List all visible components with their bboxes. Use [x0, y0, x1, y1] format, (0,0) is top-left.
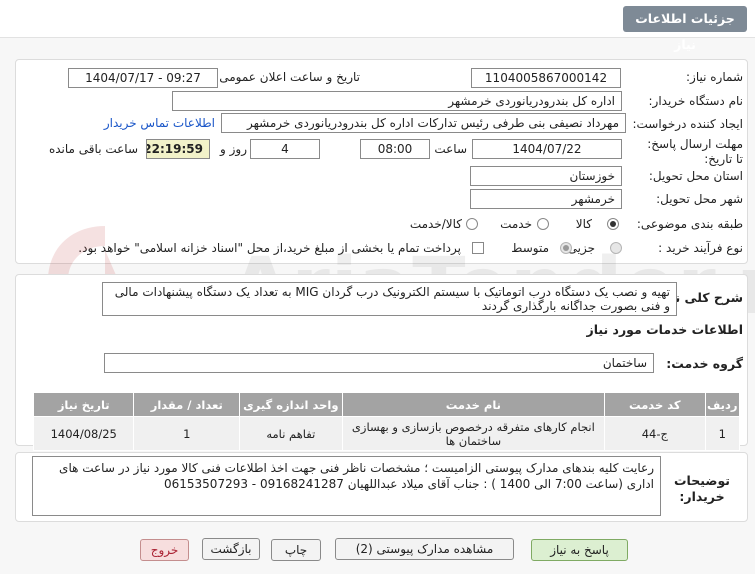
buyer-contact-link[interactable]: اطلاعات تماس خریدار: [104, 116, 215, 130]
buyer-org-label: نام دستگاه خریدار:: [648, 94, 744, 108]
summary-text: تهیه و نصب یک دستگاه درب اتوماتیک با سیس…: [102, 282, 677, 316]
deadline-date-field: 1404/07/22: [472, 139, 622, 159]
remaining-days-field: 4: [250, 139, 320, 159]
remaining-time-field: 22:19:59: [146, 139, 210, 159]
page-title: جزئیات اطلاعات نیاز: [623, 6, 747, 52]
process-medium-radio[interactable]: [560, 242, 572, 254]
buyer-notes-text: رعایت کلیه بندهای مدارک پیوستی الزامیست …: [32, 456, 661, 516]
cell-unit: تفاهم نامه: [239, 416, 343, 451]
remaining-time-label: ساعت باقی مانده: [48, 142, 138, 156]
category-goods-label: کالا: [575, 217, 592, 231]
process-minor-radio[interactable]: [610, 242, 622, 254]
process-medium-label: متوسط: [511, 241, 549, 255]
service-group-field: ساختمان: [104, 353, 654, 373]
col-need-date: تاریخ نیاز: [32, 392, 135, 417]
buyer-org-field: اداره کل بندرودریانوردی خرمشهر: [172, 91, 622, 111]
cell-row-number: 1: [704, 416, 740, 451]
cell-quantity: 1: [133, 416, 241, 451]
announce-datetime-field: 1404/07/17 - 09:27: [68, 68, 218, 88]
requester-label: ایجاد کننده درخواست:: [632, 117, 743, 131]
col-service-code: کد خدمت: [604, 392, 706, 417]
city-field: خرمشهر: [470, 189, 622, 209]
exit-button[interactable]: خروج: [140, 539, 189, 561]
buyer-notes-label: توضیحات خریدار:: [674, 473, 730, 504]
reply-button[interactable]: پاسخ به نیاز: [531, 539, 628, 561]
category-service-radio[interactable]: [537, 218, 549, 230]
cell-need-date: 1404/08/25: [32, 416, 135, 451]
process-label: نوع فرآیند خرید :: [658, 241, 743, 255]
services-section-title: اطلاعات خدمات مورد نیاز: [586, 322, 744, 337]
need-number-label: شماره نیاز:: [686, 70, 743, 84]
cell-service-name: انجام کارهای متفرقه درخصوص بازسازی و بهس…: [341, 416, 606, 451]
treasury-payment-checkbox[interactable]: [472, 242, 484, 254]
remaining-days-label: روز و: [220, 142, 247, 156]
category-service-label: خدمت: [500, 217, 532, 231]
table-row: 1 ج-44 انجام کارهای متفرقه درخصوص بازساز…: [32, 416, 740, 451]
treasury-payment-note: پرداخت تمام یا بخشی از مبلغ خرید،از محل …: [78, 241, 461, 255]
page-header: جزئیات اطلاعات نیاز: [0, 0, 755, 52]
col-row-number: ردیف: [704, 392, 740, 417]
category-goods-service-label: کالا/خدمت: [409, 217, 462, 231]
print-button[interactable]: چاپ: [271, 539, 321, 561]
services-table: ردیف کد خدمت نام خدمت واحد اندازه گیری ت…: [32, 392, 740, 451]
province-field: خوزستان: [470, 166, 622, 186]
attachments-button[interactable]: مشاهده مدارک پیوستی (2): [335, 538, 514, 560]
category-label: طبقه بندی موضوعی:: [636, 217, 743, 231]
deadline-time-field: 08:00: [360, 139, 430, 159]
col-service-name: نام خدمت: [341, 392, 606, 417]
need-number-field: 1104005867000142: [471, 68, 621, 88]
need-info-panel: [15, 59, 748, 264]
requester-field: مهرداد نصیفی بنی طرفی رئیس تدارکات اداره…: [221, 113, 626, 133]
cell-service-code: ج-44: [604, 416, 706, 451]
province-label: استان محل تحویل:: [648, 169, 743, 183]
col-unit: واحد اندازه گیری: [239, 392, 343, 417]
col-quantity: تعداد / مقدار: [133, 392, 241, 417]
service-group-label: گروه خدمت:: [666, 356, 743, 371]
deadline-time-label: ساعت: [434, 142, 467, 156]
category-goods-radio[interactable]: [607, 218, 619, 230]
back-button[interactable]: بازگشت: [202, 538, 260, 560]
city-label: شهر محل تحویل:: [656, 192, 743, 206]
services-table-header: ردیف کد خدمت نام خدمت واحد اندازه گیری ت…: [32, 392, 740, 417]
announce-datetime-label: تاریخ و ساعت اعلان عمومی:: [215, 70, 360, 84]
deadline-label: مهلت ارسال پاسخ: تا تاریخ:: [647, 137, 743, 166]
category-goods-service-radio[interactable]: [466, 218, 478, 230]
